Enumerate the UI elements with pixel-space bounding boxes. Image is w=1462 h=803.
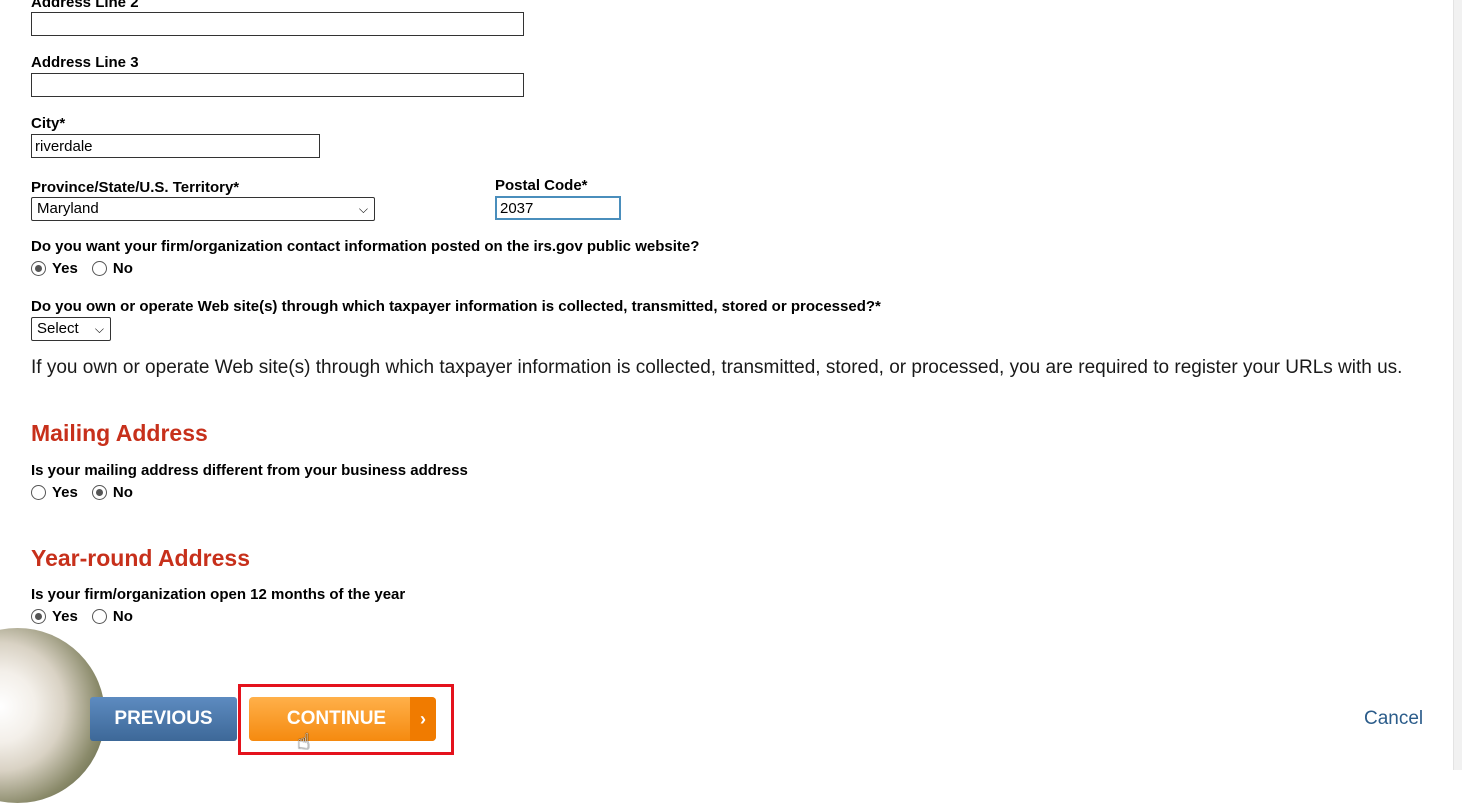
- public-website-no-radio[interactable]: [91, 261, 107, 276]
- state-label: Province/State/U.S. Territory*: [31, 179, 240, 196]
- highlight-box: [238, 684, 454, 755]
- website-info-text: If you own or operate Web site(s) throug…: [31, 357, 1403, 378]
- website-select[interactable]: Select ⌵: [31, 317, 111, 341]
- cancel-link[interactable]: Cancel: [1364, 708, 1423, 730]
- mailing-yes-radio[interactable]: [31, 485, 46, 500]
- mailing-yes-label: Yes: [52, 484, 78, 501]
- mailing-address-heading: Mailing Address: [31, 420, 208, 446]
- year-round-heading: Year-round Address: [31, 545, 250, 571]
- mailing-no-label: No: [112, 484, 133, 501]
- state-select[interactable]: Maryland ⌵: [31, 197, 375, 221]
- mailing-address-radio-group: Yes No: [31, 484, 147, 501]
- page-edge: [1453, 0, 1462, 770]
- chevron-down-icon: ⌵: [358, 202, 368, 216]
- address-line2-input[interactable]: [31, 12, 524, 36]
- postal-code-label: Postal Code*: [495, 177, 588, 194]
- public-website-question: Do you want your firm/organization conta…: [31, 238, 700, 255]
- year-round-no-label: No: [112, 608, 133, 625]
- hand-pointer-icon: ☝: [297, 729, 311, 754]
- public-website-no-label: No: [112, 260, 133, 277]
- city-label: City*: [31, 115, 66, 132]
- previous-button[interactable]: PREVIOUS: [90, 697, 237, 741]
- public-website-yes-radio[interactable]: [31, 261, 46, 276]
- address-line2-label: Address Line 2: [31, 0, 139, 11]
- address-line3-label: Address Line 3: [31, 54, 139, 71]
- chevron-down-icon: ⌵: [94, 322, 104, 336]
- website-question: Do you own or operate Web site(s) throug…: [31, 298, 881, 315]
- year-round-question: Is your firm/organization open 12 months…: [31, 586, 406, 603]
- public-website-yes-label: Yes: [52, 260, 78, 277]
- address-line3-input[interactable]: [31, 73, 524, 97]
- mailing-no-radio[interactable]: [91, 485, 107, 500]
- state-select-value: Maryland: [37, 200, 99, 217]
- year-round-no-radio[interactable]: [91, 609, 107, 624]
- year-round-yes-label: Yes: [52, 608, 78, 625]
- city-input[interactable]: [31, 134, 320, 158]
- year-round-yes-radio[interactable]: [31, 609, 46, 624]
- website-select-value: Select: [37, 320, 79, 337]
- mailing-address-question: Is your mailing address different from y…: [31, 462, 468, 479]
- year-round-radio-group: Yes No: [31, 608, 147, 625]
- public-website-radio-group: Yes No: [31, 260, 147, 277]
- postal-code-input[interactable]: [495, 196, 621, 220]
